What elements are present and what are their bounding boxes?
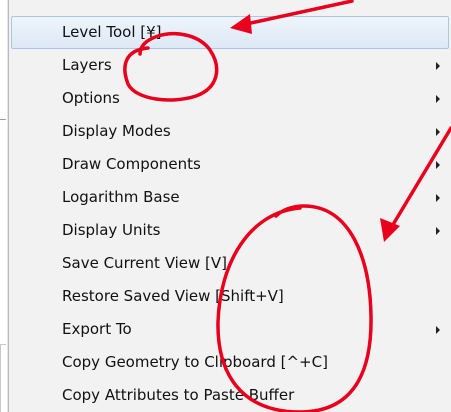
menu-item-label: Restore Saved View [Shift+V] [62,287,284,305]
menu-item-label: Copy Attributes to Paste Buffer [62,386,295,404]
submenu-arrow-icon [436,194,440,202]
menu-item-level-tool[interactable]: Level Tool [¥] [11,16,449,49]
submenu-arrow-icon [436,326,440,334]
menu-item-options[interactable]: Options [9,82,451,115]
menu-item-label: Display Units [62,221,161,239]
menu-item-label: Draw Components [62,155,201,173]
menu-item-label: Logarithm Base [62,188,180,206]
menu-item-save-current-view[interactable]: Save Current View [V] [9,247,451,280]
menu-item-copy-geometry[interactable]: Copy Geometry to Clipboard [^+C] [9,346,451,379]
menu-item-label: Export To [62,320,132,338]
submenu-arrow-icon [436,95,440,103]
menu-item-label: Level Tool [¥] [62,23,162,41]
menu-item-export-to[interactable]: Export To [9,313,451,346]
submenu-arrow-icon [436,128,440,136]
menu-item-layers[interactable]: Layers [9,49,451,82]
submenu-arrow-icon [436,227,440,235]
menu-item-display-units[interactable]: Display Units [9,214,451,247]
menu-list: Level Tool [¥] Layers Options Display Mo… [9,16,451,412]
menu-item-label: Display Modes [62,122,171,140]
menu-item-draw-components[interactable]: Draw Components [9,148,451,181]
menu-item-restore-saved-view[interactable]: Restore Saved View [Shift+V] [9,280,451,313]
submenu-arrow-icon [436,62,440,70]
menu-item-label: Copy Geometry to Clipboard [^+C] [62,353,328,371]
screenshot-stage: Level Tool [¥] Layers Options Display Mo… [0,0,451,412]
menu-item-copy-attributes[interactable]: Copy Attributes to Paste Buffer [9,379,451,412]
background-green-tick [0,119,6,120]
submenu-arrow-icon [436,161,440,169]
menu-item-label: Save Current View [V] [62,254,228,272]
context-menu: Level Tool [¥] Layers Options Display Mo… [8,0,451,412]
menu-item-label: Options [62,89,120,107]
menu-item-label: Layers [62,56,112,74]
background-gray-line [0,344,1,412]
menu-item-display-modes[interactable]: Display Modes [9,115,451,148]
menu-item-logarithm-base[interactable]: Logarithm Base [9,181,451,214]
